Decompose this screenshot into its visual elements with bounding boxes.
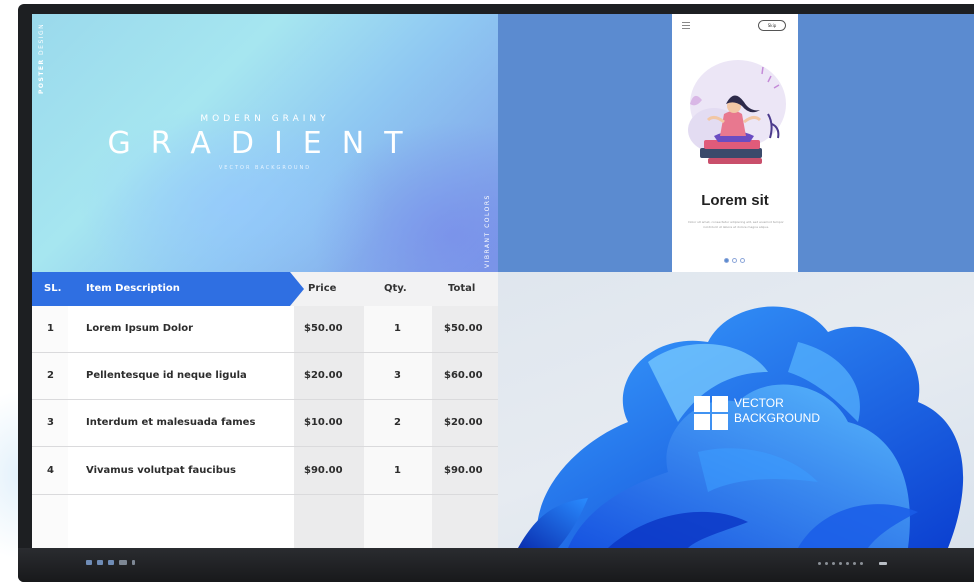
poster-subline: VECTOR BACKGROUND: [218, 165, 312, 171]
row-2-qty: 3: [394, 370, 401, 381]
page-dot-3[interactable]: [740, 258, 745, 263]
row-4-qty: 1: [394, 465, 401, 476]
row-2-sl: 2: [47, 370, 54, 381]
header-arrow: [290, 272, 304, 306]
row-4-sl: 4: [47, 465, 54, 476]
row-divider: [32, 399, 498, 400]
wallpaper-caption-line1: VECTOR: [734, 396, 784, 410]
row-4-total: $90.00: [444, 465, 483, 476]
wallpaper-caption-line2: BACKGROUND: [734, 411, 821, 425]
row-3-sl: 3: [47, 417, 54, 428]
invoice-header: SL. Item Description Price Qty. Total: [32, 272, 498, 306]
control-dot-icon[interactable]: [860, 562, 863, 565]
power-button-icon[interactable]: [879, 562, 887, 565]
row-3-description: Interdum et malesuada fames: [86, 417, 256, 428]
control-dot-icon[interactable]: [825, 562, 828, 565]
poster-headline: GRADIENT: [107, 126, 423, 161]
row-2-description: Pellentesque id neque ligula: [86, 370, 247, 381]
audio-port-icon[interactable]: [132, 560, 135, 565]
row-1-description: Lorem Ipsum Dolor: [86, 323, 194, 334]
row-1-total: $50.00: [444, 323, 483, 334]
row-divider: [32, 446, 498, 447]
row-2-price: $20.00: [304, 370, 343, 381]
usb-port-icon[interactable]: [97, 560, 103, 565]
row-3-total: $20.00: [444, 417, 483, 428]
header-total: Total: [448, 283, 476, 294]
onboarding-title: Lorem sit: [701, 192, 769, 209]
mobile-mockup-panel: Skip Lorem sit Dolor sit amet, consectet…: [498, 14, 974, 272]
header-description: Item Description: [86, 283, 180, 294]
control-dot-icon[interactable]: [839, 562, 842, 565]
header-qty: Qty.: [384, 283, 407, 294]
usb-port-icon[interactable]: [86, 560, 92, 565]
hdmi-port-icon[interactable]: [119, 560, 127, 565]
wallpaper-caption: VECTOR BACKGROUND: [734, 396, 820, 426]
page-indicator[interactable]: [724, 258, 745, 263]
hamburger-menu-icon[interactable]: [682, 22, 690, 31]
control-dot-icon[interactable]: [846, 562, 849, 565]
row-1-qty: 1: [394, 323, 401, 334]
control-dot-icon[interactable]: [853, 562, 856, 565]
row-1-price: $50.00: [304, 323, 343, 334]
row-divider: [32, 352, 498, 353]
meditation-illustration: [688, 60, 786, 164]
phone-screen: Skip Lorem sit Dolor sit amet, consectet…: [672, 14, 798, 272]
poster-kicker: MODERN GRAINY: [200, 114, 330, 124]
control-dot-icon[interactable]: [818, 562, 821, 565]
row-4-price: $90.00: [304, 465, 343, 476]
row-4-description: Vivamus volutpat faucibus: [86, 465, 236, 476]
skip-button[interactable]: Skip: [758, 20, 786, 31]
windows-logo-icon: [694, 396, 728, 430]
gradient-poster: POSTER DESIGN MODERN GRAINY GRADIENT VEC…: [32, 14, 498, 272]
poster-design-vertical-label: POSTER DESIGN: [38, 22, 45, 94]
row-3-price: $10.00: [304, 417, 343, 428]
front-control-buttons: [818, 562, 887, 565]
onboarding-body: Dolor sit amet, consectetur adipiscing e…: [688, 220, 784, 229]
tv-screen: POSTER DESIGN MODERN GRAINY GRADIENT VEC…: [32, 14, 974, 548]
row-divider: [32, 494, 498, 495]
front-ports: [86, 560, 135, 565]
wallpaper-panel: VECTOR BACKGROUND: [498, 272, 974, 548]
header-price: Price: [308, 283, 337, 294]
row-1-sl: 1: [47, 323, 54, 334]
header-sl: SL.: [44, 283, 62, 294]
control-dot-icon[interactable]: [832, 562, 835, 565]
tv-frame: POSTER DESIGN MODERN GRAINY GRADIENT VEC…: [18, 4, 974, 582]
vibrant-colors-vertical-label: VIBRANT COLORS: [484, 194, 491, 268]
usb-port-icon[interactable]: [108, 560, 114, 565]
row-3-qty: 2: [394, 417, 401, 428]
tv-bottom-bezel: [18, 548, 974, 582]
page-dot-1[interactable]: [724, 258, 729, 263]
row-2-total: $60.00: [444, 370, 483, 381]
page-dot-2[interactable]: [732, 258, 737, 263]
invoice-table: SL. Item Description Price Qty. Total 1 …: [32, 272, 498, 548]
